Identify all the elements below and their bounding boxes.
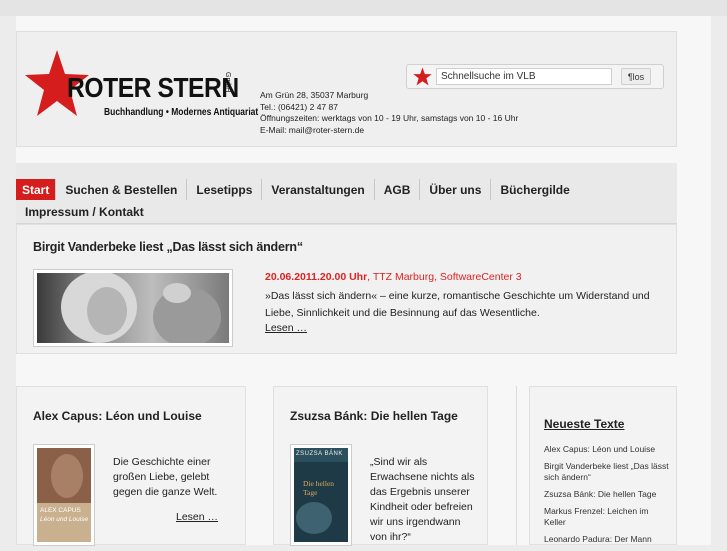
logo-gmbh: GmbH <box>224 72 231 93</box>
nav-row-2: Impressum / Kontakt <box>16 201 153 222</box>
page-top-strip <box>0 0 727 16</box>
search-button[interactable]: ¶los <box>621 68 651 85</box>
nav-item-suchen-bestellen[interactable]: Suchen & Bestellen <box>56 179 188 200</box>
quick-search: ¶los <box>406 64 664 89</box>
logo-tagline: Buchhandlung • Modernes Antiquariat <box>104 107 259 118</box>
column-divider <box>516 386 517 545</box>
card-title[interactable]: Zsuzsa Bánk: Die hellen Tage <box>290 409 458 423</box>
sidebar-list: Alex Capus: Léon und Louise Birgit Vande… <box>544 444 669 551</box>
event-datetime: 20.06.2011.20.00 Uhr, TTZ Marburg, Softw… <box>265 271 522 283</box>
cover-title: Léon und Louise <box>40 516 89 523</box>
event-date: 20.06.2011.20.00 Uhr <box>265 271 368 283</box>
phone-line: Tel.: (06421) 2 47 87 <box>260 101 338 112</box>
main-navigation: Start Suchen & Bestellen Lesetipps Veran… <box>16 163 677 224</box>
card-read-more-link[interactable]: Lesen … <box>176 511 218 523</box>
book-card-capus: Alex Capus: Léon und Louise ALEX CAPUS L… <box>16 386 246 546</box>
opening-hours: Öffnungszeiten: werktags von 10 - 19 Uhr… <box>260 113 519 123</box>
email-line: E-Mail: mail@roter-stern.de <box>260 124 365 135</box>
logo-name: ROTER STERN <box>67 72 239 103</box>
address-line: Am Grün 28, 35037 Marburg <box>260 90 369 100</box>
event-description: »Das lässt sich ändern« – eine kurze, ro… <box>265 290 650 319</box>
nav-item-veranstaltungen[interactable]: Veranstaltungen <box>262 179 375 200</box>
nav-item-start[interactable]: Start <box>16 179 57 200</box>
sidebar-item[interactable]: Leonardo Padura: Der Mann <box>544 534 669 545</box>
cover-title: Die hellen Tage <box>303 479 335 497</box>
featured-event: Birgit Vanderbeke liest „Das lässt sich … <box>16 224 677 354</box>
nav-item-agb[interactable]: AGB <box>375 179 421 200</box>
store-address: Am Grün 28, 35037 Marburg Tel.: (06421) … <box>260 90 518 136</box>
feature-read-more-link[interactable]: Lesen … <box>265 322 307 334</box>
site-header: ROTER STERN GmbH Buchhandlung • Modernes… <box>16 31 677 147</box>
event-location: , TTZ Marburg, SoftwareCenter 3 <box>367 271 522 283</box>
cover-author: ZSUZSA BÁNK <box>296 451 343 457</box>
book-cover-bank[interactable]: ZSUZSA BÁNK Die hellen Tage <box>290 444 352 546</box>
sidebar-newest-texts: Neueste Texte Alex Capus: Léon und Louis… <box>529 386 677 545</box>
site-logo[interactable]: ROTER STERN GmbH Buchhandlung • Modernes… <box>25 48 258 128</box>
sidebar-title[interactable]: Neueste Texte <box>544 417 624 431</box>
cover-author: ALEX CAPUS <box>40 507 81 514</box>
sidebar-item[interactable]: Zsuzsa Bánk: Die hellen Tage <box>544 489 669 500</box>
book-cover-capus[interactable]: ALEX CAPUS Léon und Louise <box>33 444 95 546</box>
card-title[interactable]: Alex Capus: Léon und Louise <box>33 409 202 423</box>
sidebar-item[interactable]: Alex Capus: Léon und Louise <box>544 444 669 455</box>
nav-item-buechergilde[interactable]: Büchergilde <box>491 179 578 200</box>
sidebar-item[interactable]: Markus Frenzel: Leichen im Keller <box>544 506 669 528</box>
star-icon <box>413 67 432 86</box>
author-photo[interactable] <box>33 269 233 347</box>
search-input[interactable] <box>436 68 612 85</box>
book-card-bank: Zsuzsa Bánk: Die hellen Tage ZSUZSA BÁNK… <box>273 386 488 546</box>
nav-item-ueber-uns[interactable]: Über uns <box>420 179 492 200</box>
feature-title[interactable]: Birgit Vanderbeke liest „Das lässt sich … <box>33 240 303 254</box>
nav-item-impressum-kontakt[interactable]: Impressum / Kontakt <box>16 201 153 222</box>
card-teaser: Die Geschichte einer großen Liebe, geleb… <box>113 456 218 498</box>
nav-item-lesetipps[interactable]: Lesetipps <box>187 179 263 200</box>
card-teaser: „Sind wir als Erwachsene nichts als das … <box>370 456 475 543</box>
sidebar-item[interactable]: Birgit Vanderbeke liest „Das lässt sich … <box>544 461 669 483</box>
nav-row-1: Start Suchen & Bestellen Lesetipps Veran… <box>16 179 579 200</box>
